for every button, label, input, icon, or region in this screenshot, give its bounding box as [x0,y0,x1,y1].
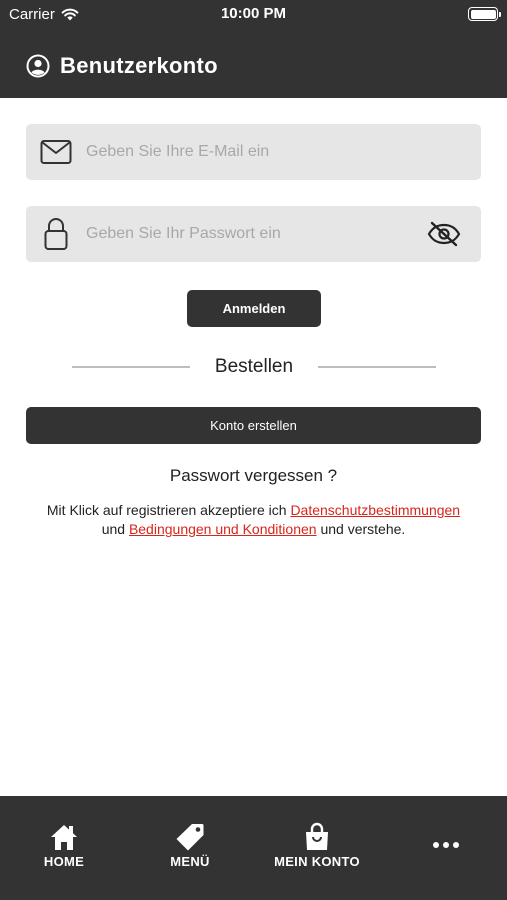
home-icon [51,825,77,850]
tab-menu-label: MENÜ [170,854,210,869]
create-account-button[interactable]: Konto erstellen [26,407,481,444]
privacy-policy-link[interactable]: Datenschutzbestimmungen [290,502,460,518]
user-circle-icon [26,54,50,78]
status-bar: Carrier 10:00 PM [0,0,507,28]
status-time: 10:00 PM [220,5,287,22]
terms-text-2: und [101,521,126,537]
shopping-bag-icon [306,822,328,850]
more-dot [443,842,449,848]
tab-bar: HOME MENÜ MEIN KONTO [0,796,507,900]
page-title: Benutzerkonto [60,53,218,78]
forgot-password-link[interactable]: Passwort vergessen ? [0,466,507,486]
section-divider: Bestellen [72,354,436,380]
tab-menu[interactable]: MENÜ [130,822,250,869]
email-input[interactable] [86,124,421,180]
battery-icon [468,7,501,21]
divider-line-left [72,366,190,368]
eye-off-icon[interactable] [427,221,461,247]
terms-text-3: und verstehe. [320,521,406,537]
terms-text: Mit Klick auf registrieren akzeptiere ic… [20,501,487,539]
tab-home[interactable]: HOME [4,822,124,869]
tab-account[interactable]: MEIN KONTO [257,822,377,869]
divider-label: Bestellen [214,356,294,377]
tab-account-label: MEIN KONTO [274,854,360,869]
terms-text-1: Mit Klick auf registrieren akzeptiere ic… [46,502,287,518]
tag-icon [176,824,204,851]
lock-icon [44,217,68,251]
mail-icon [40,139,72,165]
more-dot [453,842,459,848]
more-dot [433,842,439,848]
nav-bar: Benutzerkonto [0,44,507,88]
password-input[interactable] [86,206,421,262]
more-icon[interactable] [433,842,459,848]
header: Carrier 10:00 PM Benutzerkonto [0,0,507,98]
email-field[interactable] [26,124,481,180]
login-button[interactable]: Anmelden [187,290,321,327]
password-field[interactable] [26,206,481,262]
terms-conditions-link[interactable]: Bedingungen und Konditionen [129,521,317,537]
tab-home-label: HOME [43,854,85,869]
divider-line-right [317,366,436,368]
